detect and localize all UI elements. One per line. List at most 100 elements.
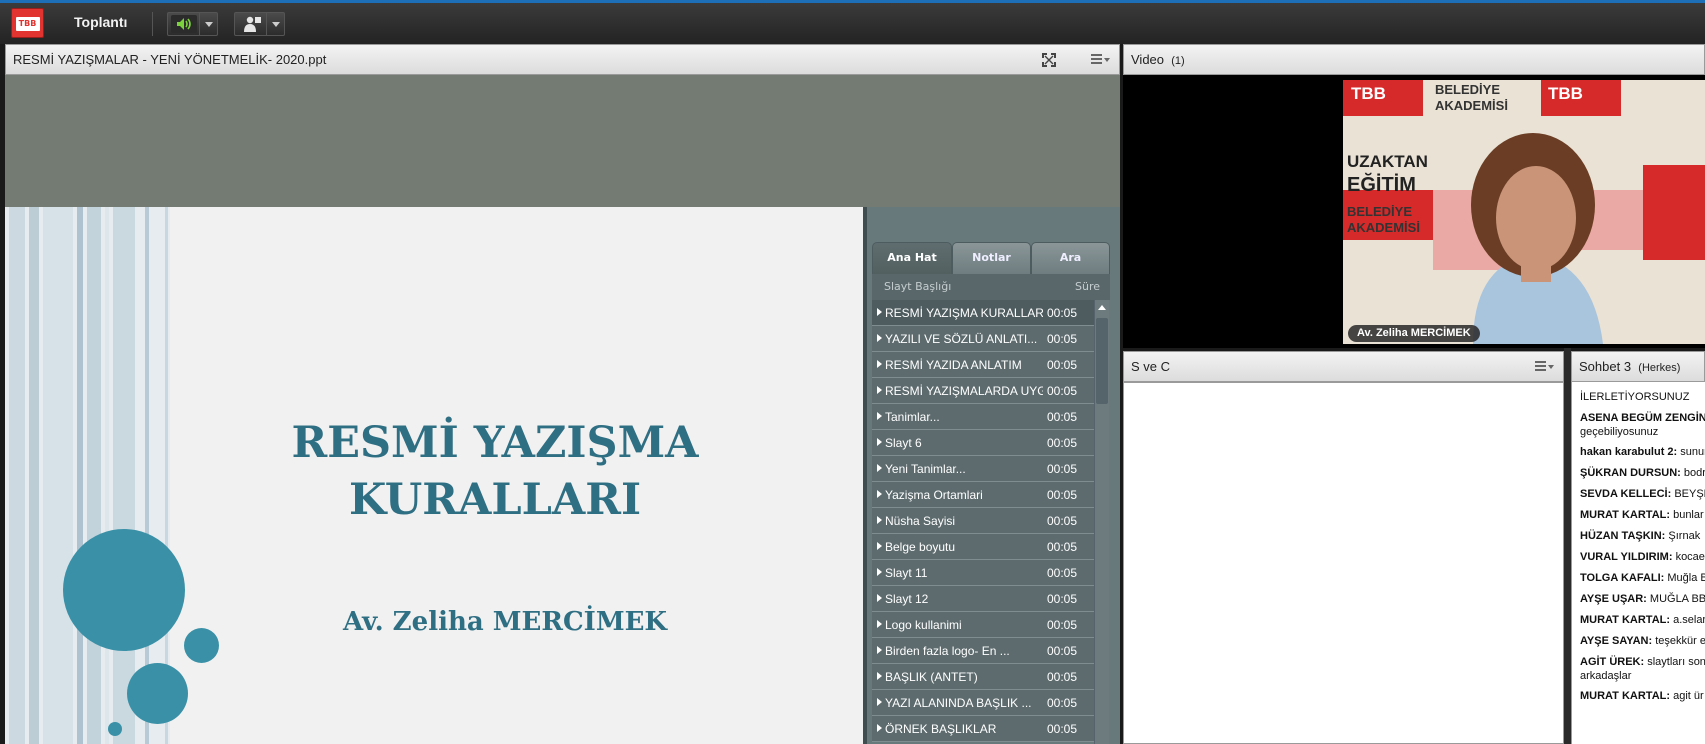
chat-message: AYŞE UŞAR: MUĞLA BB — [1580, 592, 1705, 606]
outline-row-title: Logo kullanimi — [885, 618, 962, 632]
expand-arrow-icon[interactable] — [877, 724, 882, 732]
speaker-dropdown[interactable] — [199, 13, 217, 35]
backdrop-brand-right: TBB — [1548, 84, 1583, 103]
logo-text: TBB — [15, 17, 40, 31]
outline-row-title: Birden fazla logo- En ... — [885, 644, 1010, 658]
outline-row-title: YAZI ALANINDA BAŞLIK ... — [885, 696, 1032, 710]
outline-row-duration: 00:05 — [1047, 462, 1078, 476]
chat-message: AYŞE SAYAN: teşekkür e — [1580, 634, 1705, 648]
expand-arrow-icon[interactable] — [877, 386, 882, 394]
outline-row-duration: 00:05 — [1047, 722, 1078, 736]
outline-row-duration: 00:05 — [1047, 488, 1078, 502]
video-count: (1) — [1171, 55, 1185, 67]
backdrop-text-akademisi: AKADEMİSİ — [1435, 98, 1508, 113]
meeting-menu[interactable]: Toplantı — [74, 14, 127, 30]
speaker-icon — [171, 15, 197, 33]
outline-row[interactable]: Logo kullanimi 00:05 — [872, 612, 1094, 638]
outline-row[interactable]: YAZILI VE SÖZLÜ ANLATI... 00:05 — [872, 326, 1094, 352]
connect-meeting-window: TBB Toplantı RESMİ YAZIŞMALAR - YENİ YÖN… — [0, 0, 1705, 744]
outline-row-title: Slayt 11 — [885, 566, 928, 580]
expand-arrow-icon[interactable] — [877, 516, 882, 524]
chat-text: İLERLETİYORSUNUZ — [1580, 391, 1690, 403]
tab-notes[interactable]: Notlar — [952, 242, 1031, 274]
tab-search[interactable]: Ara — [1031, 242, 1110, 274]
chat-message: İLERLETİYORSUNUZ — [1580, 390, 1705, 404]
chat-pod-title: Sohbet 3 — [1579, 359, 1632, 374]
chat-message: VURAL YILDIRIM: kocae — [1580, 550, 1705, 564]
qa-pod-header: S ve C — [1123, 351, 1564, 382]
fullscreen-icon[interactable] — [1041, 52, 1057, 68]
chat-message: SEVDA KELLECİ: BEYŞEH — [1580, 487, 1705, 501]
scroll-up-arrow-icon[interactable] — [1098, 305, 1106, 310]
outline-panel-divider[interactable] — [863, 207, 867, 744]
chat-sender: SEVDA KELLECİ: — [1580, 488, 1672, 500]
chat-scope: (Herkes) — [1638, 362, 1681, 374]
expand-arrow-icon[interactable] — [877, 568, 882, 576]
chat-sender: MURAT KARTAL: — [1580, 614, 1671, 626]
webcam-feed[interactable]: TBB TBB BELEDİYE AKADEMİSİ UZAKTAN EĞİTİ… — [1343, 80, 1705, 344]
chat-text: sunur — [1680, 446, 1705, 458]
qa-pod-menu-icon[interactable] — [1535, 361, 1554, 373]
scroll-thumb[interactable] — [1096, 318, 1108, 404]
chat-text: Şırnak — [1668, 530, 1701, 542]
expand-arrow-icon[interactable] — [877, 360, 882, 368]
chat-pod-body[interactable]: İLERLETİYORSUNUZ ASENA BEGÜM ZENGİN: geçe… — [1571, 382, 1705, 744]
expand-arrow-icon[interactable] — [877, 594, 882, 602]
outline-row[interactable]: Slayt 11 00:05 — [872, 560, 1094, 586]
speaker-button[interactable] — [167, 12, 218, 36]
chat-text: geçebiliyosunuz — [1580, 426, 1659, 438]
presenter-button[interactable] — [234, 12, 285, 36]
pod-gap — [1564, 348, 1571, 744]
outline-row[interactable]: Belge boyutu 00:05 — [872, 534, 1094, 560]
expand-arrow-icon[interactable] — [877, 438, 882, 446]
expand-arrow-icon[interactable] — [877, 334, 882, 342]
slide-stripe-decoration — [5, 207, 170, 744]
outline-row[interactable]: RESMİ YAZIŞMA KURALLAR 00:05 — [872, 300, 1094, 326]
chat-message: ŞÜKRAN DURSUN: bodr — [1580, 466, 1705, 480]
video-pod-title: Video — [1131, 52, 1165, 67]
expand-arrow-icon[interactable] — [877, 490, 882, 498]
expand-arrow-icon[interactable] — [877, 646, 882, 654]
outline-row[interactable]: ÖRNEK BAŞLIKLAR 00:05 — [872, 716, 1094, 742]
share-pod-menu-icon[interactable] — [1091, 54, 1110, 66]
outline-row[interactable]: RESMİ YAZIDA ANLATIM 00:05 — [872, 352, 1094, 378]
chat-sender: ASENA BEGÜM ZENGİN: — [1580, 412, 1705, 424]
outline-row-duration: 00:05 — [1047, 566, 1078, 580]
expand-arrow-icon[interactable] — [877, 464, 882, 472]
outline-row-title: RESMİ YAZIŞMA KURALLAR — [885, 306, 1043, 320]
outline-row[interactable]: Tanimlar... 00:05 — [872, 404, 1094, 430]
outline-row[interactable]: Yeni Tanimlar... 00:05 — [872, 456, 1094, 482]
expand-arrow-icon[interactable] — [877, 308, 882, 316]
chat-text-cont: arkadaşlar — [1580, 670, 1632, 682]
toolbar-divider — [152, 12, 153, 36]
expand-arrow-icon[interactable] — [877, 412, 882, 420]
backdrop-brand-left: TBB — [1351, 84, 1386, 103]
presenter-icon — [244, 16, 261, 32]
outline-row[interactable]: BAŞLIK (ANTET) 00:05 — [872, 664, 1094, 690]
qa-pod-title: S ve C — [1131, 359, 1171, 374]
chat-message: TOLGA KAFALI: Muğla B — [1580, 571, 1705, 585]
backdrop-text-belediye: BELEDİYE — [1435, 82, 1501, 97]
outline-row-duration: 00:05 — [1047, 618, 1078, 632]
outline-row[interactable]: Slayt 12 00:05 — [872, 586, 1094, 612]
outline-scrollbar[interactable] — [1094, 300, 1109, 744]
chat-text: kocae — [1675, 551, 1705, 563]
outline-row[interactable]: YAZI ALANINDA BAŞLIK ... 00:05 — [872, 690, 1094, 716]
outline-row-duration: 00:05 — [1047, 644, 1078, 658]
expand-arrow-icon[interactable] — [877, 672, 882, 680]
expand-arrow-icon[interactable] — [877, 542, 882, 550]
outline-row[interactable]: Slayt 6 00:05 — [872, 430, 1094, 456]
qa-pod-body — [1123, 382, 1564, 744]
outline-row-title: BAŞLIK (ANTET) — [885, 670, 978, 684]
outline-row[interactable]: RESMİ YAZIŞMALARDA UYG 00:05 — [872, 378, 1094, 404]
expand-arrow-icon[interactable] — [877, 698, 882, 706]
chat-text: MUĞLA BB — [1649, 593, 1705, 605]
outline-row[interactable]: Birden fazla logo- En ... 00:05 — [872, 638, 1094, 664]
outline-row[interactable]: Nüsha Sayisi 00:05 — [872, 508, 1094, 534]
chat-message: AGİT ÜREK: slaytları son arkadaşlar — [1580, 655, 1705, 683]
expand-arrow-icon[interactable] — [877, 620, 882, 628]
outline-row[interactable]: Yazişma Ortamlari 00:05 — [872, 482, 1094, 508]
backdrop-text-uzaktan: UZAKTAN — [1347, 152, 1428, 171]
tab-outline[interactable]: Ana Hat — [872, 242, 952, 274]
presenter-dropdown[interactable] — [266, 13, 284, 35]
